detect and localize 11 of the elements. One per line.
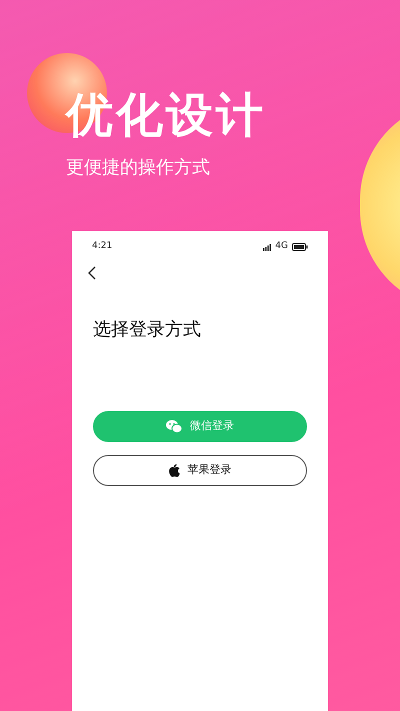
back-icon	[88, 266, 96, 280]
login-button[interactable]: 苹果登录	[93, 455, 307, 486]
apple-icon	[168, 464, 180, 477]
chat-bubbles-icon	[166, 420, 182, 433]
subheadline: 更便捷的操作方式	[66, 156, 211, 180]
status-time: 4:21	[92, 240, 112, 254]
battery-icon	[292, 243, 308, 251]
signal-icon	[263, 244, 272, 250]
network-type: 4G	[275, 240, 288, 254]
headline: 优化设计	[66, 87, 267, 145]
page-title: 选择登录方式	[93, 318, 202, 342]
